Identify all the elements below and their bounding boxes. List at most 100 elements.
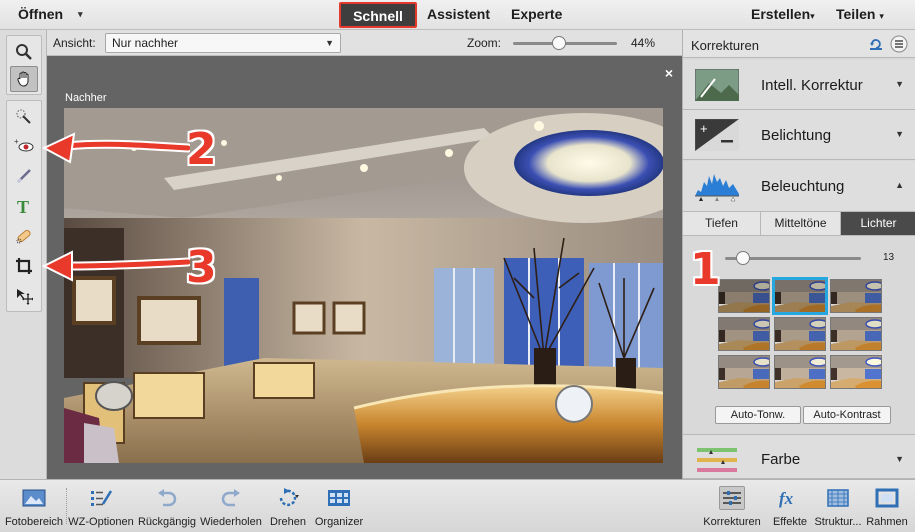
redo-label: Wiederholen	[200, 516, 262, 528]
adjustment-exposure[interactable]: + Belichtung ▼	[683, 110, 915, 160]
preset-thumbnail[interactable]	[830, 355, 882, 389]
create-menu[interactable]: Erstellen▾	[751, 0, 815, 30]
color-thumbnail	[697, 448, 737, 472]
textures-panel-button[interactable]: Struktur...	[813, 480, 863, 532]
auto-tone-button[interactable]: Auto-Tonw.	[715, 406, 801, 424]
move-tool[interactable]	[10, 283, 38, 309]
open-menu[interactable]: Öffnen	[18, 0, 63, 30]
preset-thumbnail-grid	[718, 277, 882, 391]
magnifier-icon	[16, 44, 32, 60]
exposure-label: Belichtung	[761, 127, 832, 144]
tab-highlights[interactable]: Lichter	[841, 212, 915, 235]
preset-thumbnail[interactable]	[718, 279, 770, 313]
chevron-down-icon: ▼	[895, 129, 904, 139]
zoom-slider-thumb[interactable]	[551, 36, 566, 50]
share-menu-label: Teilen	[836, 6, 876, 22]
undo-label: Rückgängig	[137, 516, 197, 528]
effects-panel-button[interactable]: fx Effekte	[768, 480, 812, 532]
crop-tool[interactable]	[10, 253, 38, 279]
preset-thumbnail[interactable]	[718, 355, 770, 389]
view-select-value: Nur nachher	[112, 36, 179, 50]
frames-panel-button[interactable]: Rahmen	[864, 480, 910, 532]
chevron-down-icon: ▼	[895, 454, 904, 464]
redo-icon	[218, 486, 244, 510]
photo-bin-label: Fotobereich	[4, 516, 64, 528]
rotate-icon	[275, 486, 301, 510]
preset-thumbnail[interactable]	[718, 317, 770, 351]
close-document-icon[interactable]: ×	[665, 65, 673, 81]
highlights-value: 13	[883, 252, 895, 263]
preset-thumbnail[interactable]	[830, 279, 882, 313]
adjustment-lighting[interactable]: Beleuchtung ▲	[683, 161, 915, 211]
open-menu-caret-icon[interactable]: ▾	[78, 0, 83, 30]
smart-fix-label: Intell. Korrektur	[761, 77, 863, 94]
view-select[interactable]: Nur nachher ▼	[105, 33, 341, 53]
panel-header: Korrekturen	[683, 30, 915, 58]
preset-thumbnail[interactable]	[774, 317, 826, 351]
undo-icon	[154, 486, 180, 510]
adjustments-panel-button[interactable]: Korrekturen	[701, 480, 763, 532]
mode-expert-tab[interactable]: Experte	[511, 0, 562, 30]
create-menu-label: Erstellen	[751, 6, 811, 22]
mode-quick-tab[interactable]: Schnell	[339, 2, 417, 28]
zoom-value: 44%	[631, 36, 656, 50]
tab-midtones[interactable]: Mitteltöne	[761, 212, 841, 235]
tool-options-label: WZ-Optionen	[68, 516, 134, 528]
photo-bin-button[interactable]: Fotobereich	[2, 480, 66, 532]
hand-icon	[17, 71, 29, 87]
share-menu[interactable]: Teilen ▾	[836, 0, 884, 30]
zoom-tool[interactable]	[10, 39, 38, 65]
redo-button[interactable]: Wiederholen	[199, 480, 263, 532]
tab-shadows[interactable]: Tiefen	[683, 212, 761, 235]
crop-icon	[16, 258, 32, 274]
histogram-thumbnail	[695, 174, 739, 202]
tool-options-bar: Ansicht: Nur nachher ▼ Zoom: 44%	[47, 30, 682, 56]
panel-menu-icon[interactable]	[889, 35, 909, 53]
edit-tools-group: + T	[6, 100, 42, 312]
view-tools-group	[6, 35, 42, 95]
organizer-label: Organizer	[314, 516, 364, 528]
preset-thumbnail[interactable]	[830, 317, 882, 351]
tool-column: + T	[0, 30, 47, 479]
reset-icon[interactable]	[869, 37, 883, 51]
frames-label: Rahmen	[866, 516, 908, 528]
preset-thumbnail[interactable]	[772, 277, 828, 315]
quick-selection-tool[interactable]	[10, 104, 38, 130]
organizer-button[interactable]: Organizer	[313, 480, 365, 532]
spot-healing-tool[interactable]	[10, 223, 38, 249]
adjustments-label: Korrekturen	[703, 516, 761, 528]
hand-tool[interactable]	[10, 66, 38, 92]
view-label: Ansicht:	[53, 36, 96, 50]
svg-text:+: +	[700, 121, 708, 136]
textures-label: Struktur...	[814, 516, 862, 528]
photo-bin-icon	[21, 486, 47, 510]
annotation-number-1: 1	[690, 244, 721, 295]
texture-icon	[825, 486, 851, 510]
type-tool[interactable]: T	[10, 193, 38, 219]
svg-text:fx: fx	[779, 489, 794, 508]
adjustment-color[interactable]: Farbe ▼	[683, 434, 915, 479]
document-photo[interactable]	[64, 108, 663, 463]
brush-icon	[16, 169, 31, 184]
bandage-icon	[16, 229, 31, 244]
preset-thumbnail[interactable]	[774, 355, 826, 389]
highlights-slider-thumb[interactable]	[735, 251, 750, 265]
whiten-teeth-tool[interactable]	[10, 163, 38, 189]
adjustment-smart-fix[interactable]: Intell. Korrektur ▼	[683, 60, 915, 110]
top-menu-bar: Öffnen ▾ Schnell Assistent Experte Erste…	[0, 0, 915, 30]
undo-button[interactable]: Rückgängig	[136, 480, 198, 532]
mode-guided-tab[interactable]: Assistent	[427, 0, 490, 30]
document-canvas: × Nachher	[47, 56, 682, 479]
red-eye-tool[interactable]: +	[10, 133, 38, 159]
lighting-tabs: Tiefen Mitteltöne Lichter	[683, 211, 915, 236]
photoshop-elements-window: Öffnen ▾ Schnell Assistent Experte Erste…	[0, 0, 915, 532]
organizer-icon	[326, 486, 352, 510]
tool-options-button[interactable]: WZ-Optionen	[68, 480, 134, 532]
rotate-button[interactable]: Drehen	[266, 480, 310, 532]
move-icon	[17, 289, 33, 305]
chevron-down-icon: ▼	[325, 38, 334, 48]
create-caret-icon: ▾	[810, 11, 815, 21]
lighting-label: Beleuchtung	[761, 178, 845, 195]
auto-contrast-button[interactable]: Auto-Kontrast	[803, 406, 891, 424]
smart-fix-thumbnail	[695, 69, 739, 101]
